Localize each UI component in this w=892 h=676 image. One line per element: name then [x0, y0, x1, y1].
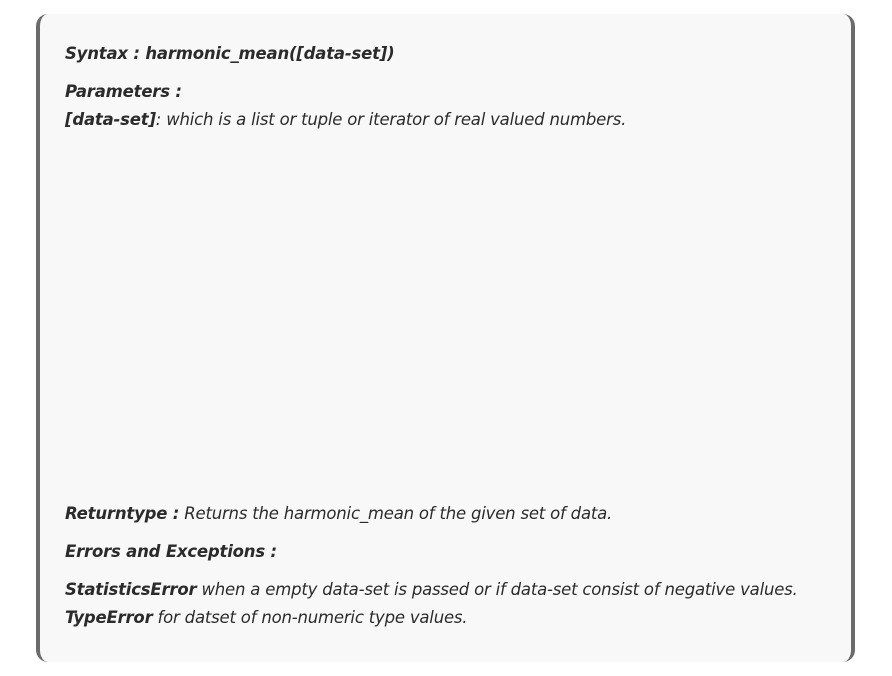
parameters-heading: Parameters :: [65, 82, 182, 101]
parameter-line: [data-set]: which is a list or tuple or …: [65, 109, 626, 131]
error-description: for datset of non-numeric type values.: [157, 608, 468, 627]
error-item: TypeError for datset of non-numeric type…: [65, 607, 468, 629]
returntype-line: Returntype : Returns the harmonic_mean o…: [65, 503, 612, 525]
syntax-line: Syntax : harmonic_mean([data-set]): [65, 43, 395, 65]
error-description: when a empty data-set is passed or if da…: [201, 580, 798, 599]
parameter-name: [data-set]: [65, 110, 156, 129]
doc-card: Syntax : harmonic_mean([data-set]) Param…: [36, 14, 855, 662]
returntype-label: Returntype :: [65, 504, 180, 523]
error-item: StatisticsError when a empty data-set is…: [65, 579, 798, 601]
errors-heading: Errors and Exceptions :: [65, 542, 277, 561]
parameter-description: : which is a list or tuple or iterator o…: [155, 110, 627, 129]
returntype-description: Returns the harmonic_mean of the given s…: [184, 504, 613, 523]
error-name: StatisticsError: [65, 580, 197, 599]
syntax-signature: harmonic_mean([data-set]): [145, 44, 395, 63]
error-name: TypeError: [65, 608, 153, 627]
syntax-label: Syntax :: [65, 44, 140, 63]
